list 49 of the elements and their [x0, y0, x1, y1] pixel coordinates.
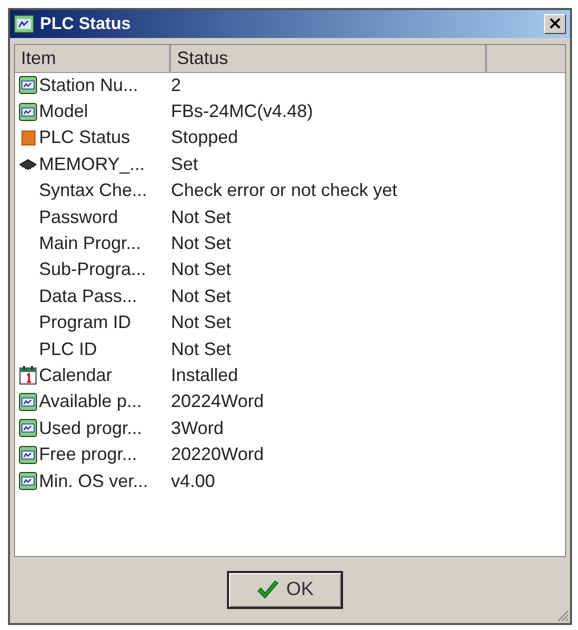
item-cell: Main Progr...	[39, 233, 142, 254]
checkmark-icon	[256, 580, 280, 600]
status-cell-text: 20224Word	[171, 391, 265, 412]
module-icon	[19, 102, 37, 121]
status-cell-text: v4.00	[171, 470, 216, 492]
item-cell: Available p...	[39, 391, 142, 412]
item-cell: Syntax Che...	[39, 180, 148, 202]
app-icon	[14, 15, 34, 33]
status-cell-text: 2	[171, 74, 182, 96]
status-cell-text: 20220Word	[171, 444, 265, 466]
status-cell-text: Installed	[171, 364, 240, 386]
module-icon	[19, 472, 37, 490]
module-icon	[19, 446, 37, 464]
status-cell-text: Check error or not check yet	[171, 180, 398, 202]
module-icon	[19, 76, 37, 94]
item-cell: Free progr...	[39, 444, 138, 466]
resize-grip[interactable]	[555, 608, 569, 622]
item-cell: Calendar	[39, 364, 112, 386]
column-header[interactable]: Item	[15, 45, 171, 73]
item-cell: MEMORY_...	[39, 154, 145, 175]
column-header[interactable]: Status	[171, 45, 487, 73]
item-cell: Data Pass...	[39, 286, 138, 307]
module-icon	[19, 419, 37, 438]
module-icon	[19, 392, 37, 411]
item-cell: PLC ID	[39, 338, 98, 360]
item-cell: Model	[39, 101, 88, 122]
status-cell-text: 3Word	[171, 418, 225, 439]
chip-icon	[19, 156, 37, 172]
calendar-icon	[19, 365, 37, 386]
item-cell: Station Nu...	[39, 74, 138, 96]
status-cell-text: Not Set	[171, 233, 232, 254]
status-cell-text: Not Set	[171, 259, 232, 280]
item-cell: PLC Status	[39, 127, 130, 148]
item-cell: Sub-Progra...	[39, 259, 146, 280]
item-cell: Min. OS ver...	[39, 470, 148, 492]
status-cell-text: Not Set	[171, 338, 232, 360]
square-icon	[19, 128, 37, 147]
status-cell-text: Not Set	[171, 312, 232, 334]
status-cell-text: Stopped	[171, 127, 240, 148]
status-cell-text: Set	[171, 154, 200, 175]
item-cell: Used progr...	[39, 418, 142, 439]
status-cell-text: Not Set	[171, 286, 232, 307]
window-title: PLC Status	[40, 14, 131, 34]
item-cell: Program ID	[39, 312, 132, 334]
status-cell-text: Not Set	[171, 206, 232, 228]
status-cell-text: FBs-24MC(v4.48)	[171, 101, 314, 122]
ok-button[interactable]: OK	[227, 571, 343, 609]
item-cell: Password	[39, 206, 118, 228]
close-button[interactable]: ×	[544, 14, 566, 34]
